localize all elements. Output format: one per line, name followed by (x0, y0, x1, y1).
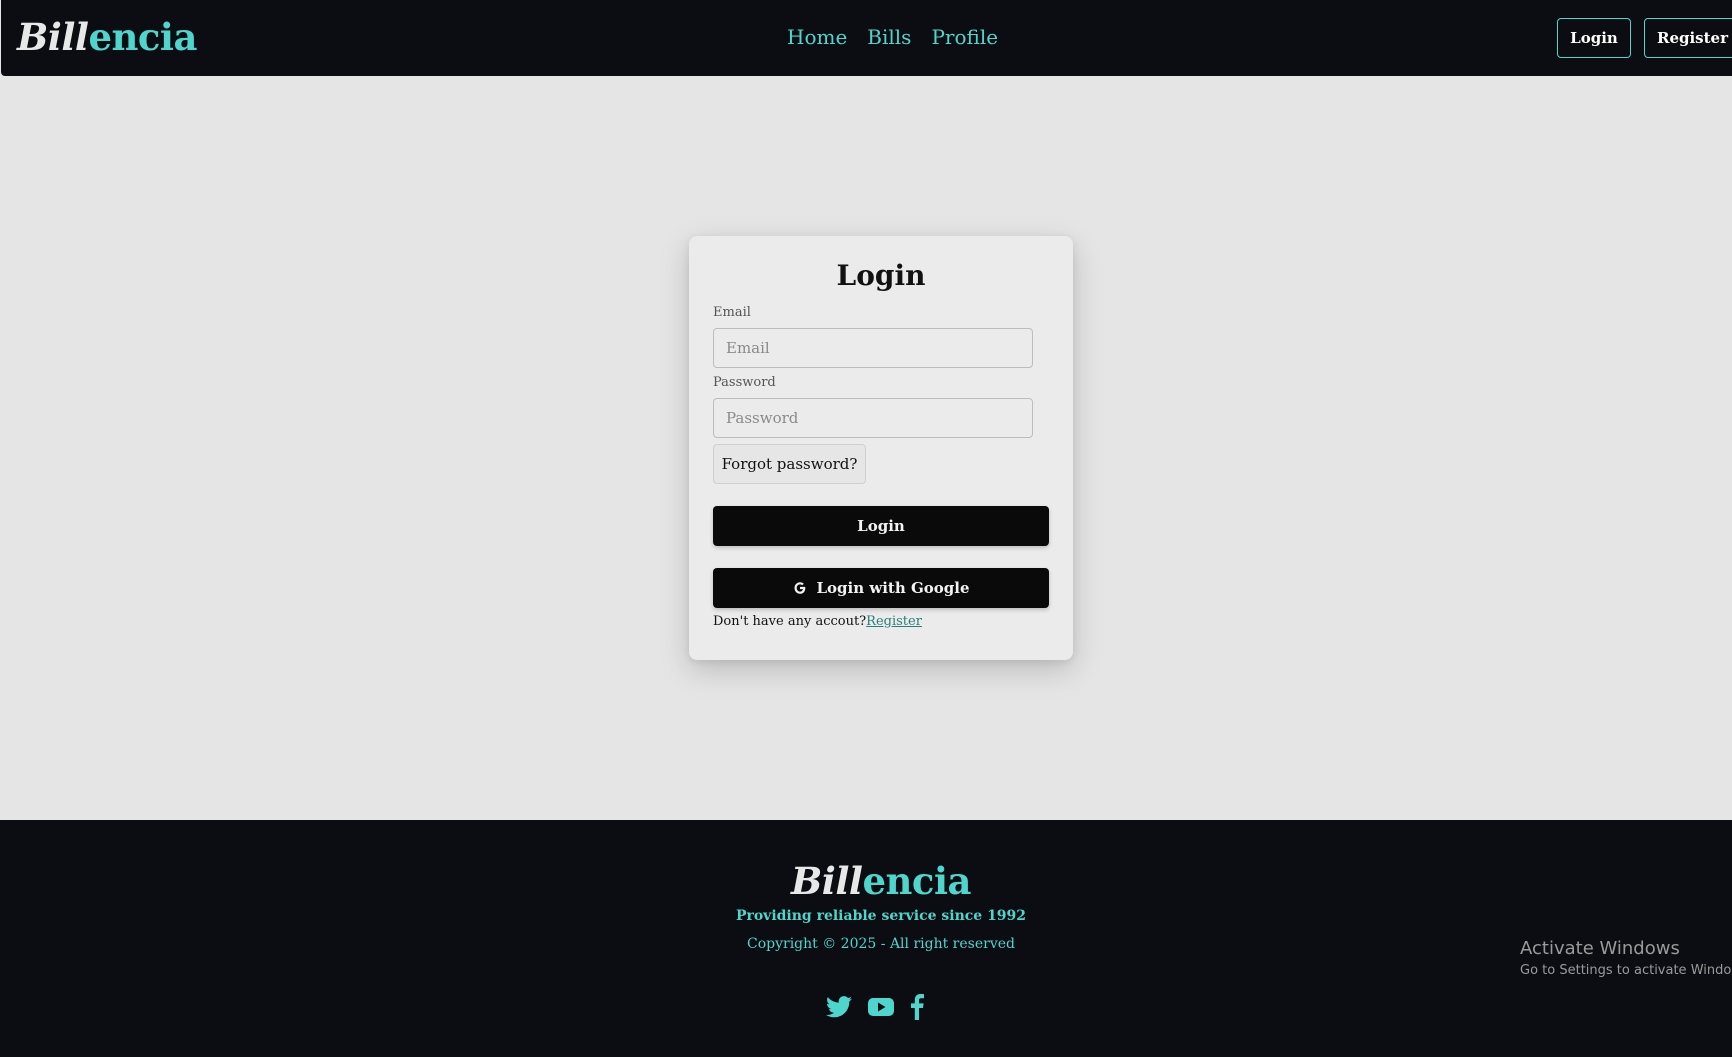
register-link[interactable]: Register (866, 614, 922, 629)
brand-part-2: encia (88, 15, 197, 59)
brand-part-1: Bill (17, 15, 89, 59)
nav-login-button[interactable]: Login (1557, 18, 1631, 58)
activation-subtitle: Go to Settings to activate Windows. (1520, 963, 1732, 978)
footer-brand-part-2: encia (862, 859, 971, 903)
register-prompt: Don't have any accout?Register (713, 614, 922, 629)
nav-link-bills[interactable]: Bills (867, 22, 911, 52)
footer-tagline: Providing reliable service since 1992 (735, 908, 1027, 924)
twitter-icon[interactable] (826, 996, 852, 1018)
login-title: Login (836, 259, 926, 292)
google-login-label: Login with Google (816, 579, 970, 597)
footer-brand-logo: Billencia (0, 856, 1732, 906)
nav-link-home[interactable]: Home (787, 22, 847, 52)
nav-link-profile[interactable]: Profile (931, 22, 998, 52)
login-submit-button[interactable]: Login (713, 506, 1049, 546)
email-label: Email (713, 305, 751, 320)
google-icon (792, 580, 808, 596)
facebook-icon[interactable] (910, 994, 924, 1020)
activation-title: Activate Windows (1520, 938, 1680, 959)
nav-register-button[interactable]: Register (1644, 18, 1732, 58)
footer: Billencia Providing reliable service sin… (0, 820, 1732, 1057)
email-input[interactable] (713, 328, 1033, 368)
footer-brand-part-1: Bill (791, 859, 863, 903)
forgot-password-button[interactable]: Forgot password? (713, 444, 866, 484)
password-label: Password (713, 375, 776, 390)
brand-logo[interactable]: Billencia (17, 12, 197, 62)
youtube-icon[interactable] (868, 997, 894, 1017)
windows-activation-watermark: Activate Windows Go to Settings to activ… (1520, 938, 1732, 978)
login-card: Login Email Password Forgot password? Lo… (689, 236, 1073, 660)
navbar: Billencia Home Bills Profile Login Regis… (1, 0, 1732, 76)
no-account-text: Don't have any accout? (713, 614, 867, 629)
password-input[interactable] (713, 398, 1033, 438)
social-links (826, 994, 924, 1020)
main-nav: Home Bills Profile (787, 22, 998, 52)
footer-copyright: Copyright © 2025 - All right reserved (747, 936, 1015, 952)
google-login-button[interactable]: Login with Google (713, 568, 1049, 608)
